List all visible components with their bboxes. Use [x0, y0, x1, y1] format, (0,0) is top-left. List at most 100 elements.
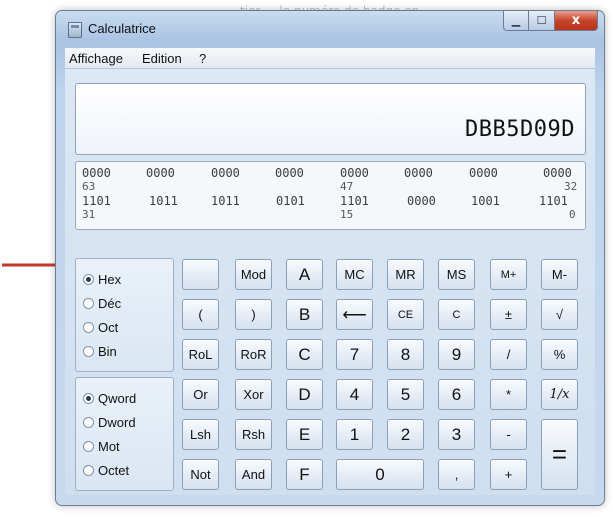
menu-bar: Affichage Edition ?	[65, 48, 595, 69]
m-minus-button[interactable]: M-	[541, 259, 578, 290]
radio-bin-indicator	[83, 346, 94, 357]
bit-group: 1011	[149, 194, 178, 208]
hex-a-button[interactable]: A	[286, 259, 323, 290]
close-icon: x	[571, 13, 581, 28]
bit-group: 0000	[82, 166, 111, 180]
radio-dword[interactable]: Dword	[83, 415, 136, 430]
bit-group: 1101	[82, 194, 111, 208]
radio-dword-indicator	[83, 417, 94, 428]
rol-button[interactable]: RoL	[182, 339, 219, 370]
mc-button[interactable]: MC	[336, 259, 373, 290]
bit-group: 0000	[543, 166, 572, 180]
bit-group: 0000	[146, 166, 175, 180]
menu-affichage[interactable]: Affichage	[69, 51, 123, 66]
ms-button[interactable]: MS	[438, 259, 475, 290]
word-size-radio-group: Qword Dword Mot Octet	[75, 377, 174, 491]
digit-4-button[interactable]: 4	[336, 379, 373, 410]
digit-8-button[interactable]: 8	[387, 339, 424, 370]
backspace-button[interactable]: ⟵	[336, 299, 373, 330]
maximize-icon: ☐	[536, 14, 547, 27]
hex-e-button[interactable]: E	[286, 419, 323, 450]
or-button[interactable]: Or	[182, 379, 219, 410]
reciprocal-button[interactable]: 1/x	[541, 379, 578, 410]
sqrt-button[interactable]: √	[541, 299, 578, 330]
bit-position: 47	[340, 180, 354, 193]
display-value: DBB5D09D	[465, 117, 575, 142]
digit-1-button[interactable]: 1	[336, 419, 373, 450]
hex-f-button[interactable]: F	[286, 459, 323, 490]
radio-bin[interactable]: Bin	[83, 344, 117, 359]
radio-octet-label: Octet	[98, 463, 130, 478]
calculator-body: DBB5D09D 0000 0000 0000 0000 0000 0000 0…	[65, 69, 595, 495]
plus-minus-button[interactable]: ±	[490, 299, 527, 330]
radio-mot[interactable]: Mot	[83, 439, 120, 454]
radio-dec-indicator	[83, 298, 94, 309]
not-button[interactable]: Not	[182, 459, 219, 490]
bit-group: 0000	[211, 166, 240, 180]
bit-position: 0	[569, 208, 576, 221]
divide-button[interactable]: /	[490, 339, 527, 370]
digit-6-button[interactable]: 6	[438, 379, 475, 410]
minimize-icon: ▁	[511, 14, 521, 27]
hex-b-button[interactable]: B	[286, 299, 323, 330]
radio-qword-indicator	[83, 393, 94, 404]
menu-help[interactable]: ?	[199, 51, 206, 66]
lsh-button[interactable]: Lsh	[182, 419, 219, 450]
minus-button[interactable]: -	[490, 419, 527, 450]
bit-group: 0000	[340, 166, 369, 180]
radio-oct[interactable]: Oct	[83, 320, 118, 335]
radio-oct-label: Oct	[98, 320, 119, 335]
open-paren-button[interactable]: (	[182, 299, 219, 330]
mod-button[interactable]: Mod	[235, 259, 272, 290]
blank-button[interactable]	[182, 259, 219, 290]
bit-group: 0101	[276, 194, 305, 208]
menu-edition[interactable]: Edition	[142, 51, 182, 66]
multiply-button[interactable]: *	[490, 379, 527, 410]
percent-button[interactable]: %	[541, 339, 578, 370]
maximize-button[interactable]: ☐	[529, 11, 555, 31]
radio-hex[interactable]: Hex	[83, 272, 121, 287]
radio-hex-indicator	[83, 274, 94, 285]
close-paren-button[interactable]: )	[235, 299, 272, 330]
bit-position: 32	[564, 180, 578, 193]
bit-position: 15	[340, 208, 354, 221]
rsh-button[interactable]: Rsh	[235, 419, 272, 450]
hex-d-button[interactable]: D	[286, 379, 323, 410]
xor-button[interactable]: Xor	[235, 379, 272, 410]
clear-button[interactable]: C	[438, 299, 475, 330]
equals-button[interactable]: =	[541, 419, 578, 490]
digit-2-button[interactable]: 2	[387, 419, 424, 450]
bit-position: 31	[82, 208, 96, 221]
digit-0-button[interactable]: 0	[336, 459, 424, 490]
m-plus-button[interactable]: M+	[490, 259, 527, 290]
title-bar[interactable]: Calculatrice ▁ ☐ x	[56, 11, 604, 47]
window-title: Calculatrice	[88, 21, 156, 36]
digit-3-button[interactable]: 3	[438, 419, 475, 450]
bit-group: 1101	[340, 194, 369, 208]
digit-5-button[interactable]: 5	[387, 379, 424, 410]
radio-octet[interactable]: Octet	[83, 463, 129, 478]
radio-oct-indicator	[83, 322, 94, 333]
ror-button[interactable]: RoR	[235, 339, 272, 370]
plus-button[interactable]: +	[490, 459, 527, 490]
bit-display: 0000 0000 0000 0000 0000 0000 0000 0000 …	[75, 161, 586, 230]
decimal-button[interactable]: ,	[438, 459, 475, 490]
close-button[interactable]: x	[555, 11, 598, 31]
radio-mot-indicator	[83, 441, 94, 452]
hex-c-button[interactable]: C	[286, 339, 323, 370]
minimize-button[interactable]: ▁	[503, 11, 529, 31]
mr-button[interactable]: MR	[387, 259, 424, 290]
ce-button[interactable]: CE	[387, 299, 424, 330]
radio-bin-label: Bin	[98, 344, 117, 359]
bit-group: 0000	[404, 166, 433, 180]
radio-dec[interactable]: Déc	[83, 296, 121, 311]
and-button[interactable]: And	[235, 459, 272, 490]
digit-7-button[interactable]: 7	[336, 339, 373, 370]
radio-dword-label: Dword	[98, 415, 136, 430]
radio-dec-label: Déc	[98, 296, 122, 311]
digit-9-button[interactable]: 9	[438, 339, 475, 370]
bit-group: 0000	[407, 194, 436, 208]
radio-qword[interactable]: Qword	[83, 391, 136, 406]
bit-group: 1011	[211, 194, 240, 208]
radio-hex-label: Hex	[98, 272, 122, 287]
